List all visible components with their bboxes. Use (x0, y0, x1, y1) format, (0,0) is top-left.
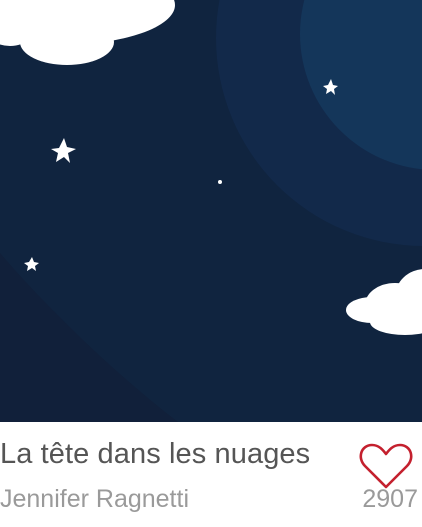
artwork-title[interactable]: La tête dans les nuages (0, 438, 310, 471)
heart-outline-icon[interactable] (359, 442, 413, 490)
artwork-illustration[interactable] (0, 0, 422, 422)
like-count: 2907 (362, 485, 418, 513)
artist-name[interactable]: Jennifer Ragnetti (0, 485, 189, 514)
